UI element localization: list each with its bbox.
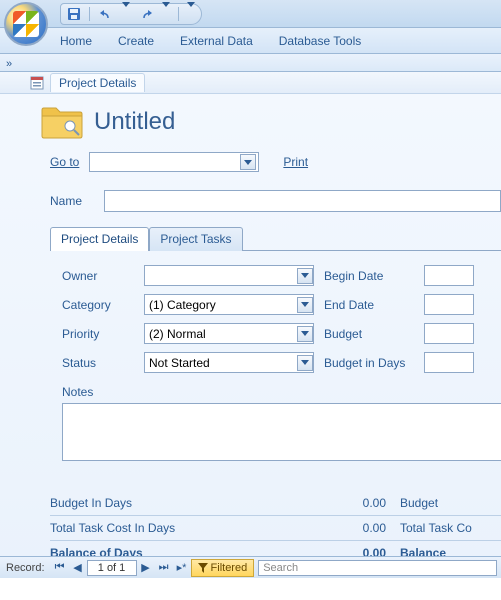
nav-last-icon[interactable]: ⏭ (155, 559, 173, 577)
document-tab-label[interactable]: Project Details (50, 73, 145, 92)
budget-days-label: Budget in Days (324, 356, 414, 370)
summary-row-total-task-cost: Total Task Cost In Days 0.00 Total Task … (50, 516, 501, 541)
goto-link[interactable]: Go to (50, 155, 79, 169)
tab-project-details[interactable]: Project Details (50, 227, 149, 251)
status-dropdown-icon[interactable] (297, 355, 313, 371)
redo-icon[interactable] (138, 7, 154, 21)
summary-section: Budget In Days 0.00 Budget Total Task Co… (50, 491, 501, 566)
form-icon (30, 76, 44, 90)
ribbon-tab-external-data[interactable]: External Data (180, 34, 253, 48)
office-button[interactable] (4, 2, 48, 46)
form-area: Untitled Go to Print Name Project Detail… (0, 94, 501, 578)
record-navigation-bar: Record: ⏮ ◀ 1 of 1 ▶ ⏭ ▸* Filtered Searc… (0, 556, 501, 578)
priority-dropdown-icon[interactable] (297, 326, 313, 342)
save-icon[interactable] (67, 7, 81, 21)
nav-first-icon[interactable]: ⏮ (51, 559, 69, 577)
name-input[interactable] (104, 190, 501, 212)
ribbon-tab-create[interactable]: Create (118, 34, 154, 48)
end-date-label: End Date (324, 298, 414, 312)
summary-label: Total Task Cost In Days (50, 521, 330, 535)
filter-toggle[interactable]: Filtered (191, 559, 255, 577)
status-label: Status (62, 356, 134, 370)
search-placeholder: Search (263, 562, 298, 574)
summary-right-label: Total Task Co (400, 521, 501, 535)
summary-value: 0.00 (330, 496, 400, 510)
redo-dropdown-icon[interactable] (162, 7, 170, 21)
status-combo[interactable]: Not Started (144, 352, 314, 373)
document-tab-bar: Project Details (0, 72, 501, 94)
nav-prev-icon[interactable]: ◀ (69, 559, 87, 577)
filter-label: Filtered (211, 562, 248, 574)
priority-combo[interactable]: (2) Normal (144, 323, 314, 344)
owner-label: Owner (62, 269, 134, 283)
tab-panel-project-details: Owner Begin Date Category (1) Category E… (50, 250, 501, 461)
begin-date-input[interactable] (424, 265, 474, 286)
office-logo-icon (13, 11, 39, 37)
tab-project-tasks[interactable]: Project Tasks (149, 227, 242, 251)
goto-combo[interactable] (89, 152, 259, 172)
title-bar (0, 0, 501, 28)
record-label: Record: (0, 562, 51, 574)
record-position[interactable]: 1 of 1 (87, 560, 137, 576)
ribbon-tab-database-tools[interactable]: Database Tools (279, 34, 362, 48)
category-value: (1) Category (149, 298, 216, 312)
undo-dropdown-icon[interactable] (122, 7, 130, 21)
nav-next-icon[interactable]: ▶ (137, 559, 155, 577)
nav-new-icon[interactable]: ▸* (173, 559, 191, 577)
inner-tab-bar: Project Details Project Tasks (50, 226, 501, 250)
priority-value: (2) Normal (149, 327, 206, 341)
folder-icon (40, 104, 84, 140)
category-combo[interactable]: (1) Category (144, 294, 314, 315)
navigation-pane-toggle-row (0, 54, 501, 72)
name-label: Name (50, 194, 94, 208)
print-link[interactable]: Print (283, 155, 308, 169)
summary-right-label: Budget (400, 496, 501, 510)
ribbon-tab-home[interactable]: Home (60, 34, 92, 48)
begin-date-label: Begin Date (324, 269, 414, 283)
ribbon-tabs: Home Create External Data Database Tools (0, 28, 501, 54)
goto-combo-dropdown-icon[interactable] (240, 154, 256, 170)
funnel-icon (198, 563, 208, 573)
notes-label: Notes (62, 385, 93, 399)
priority-label: Priority (62, 327, 134, 341)
summary-value: 0.00 (330, 521, 400, 535)
category-dropdown-icon[interactable] (297, 297, 313, 313)
owner-dropdown-icon[interactable] (297, 268, 313, 284)
page-title: Untitled (94, 108, 175, 136)
undo-icon[interactable] (98, 7, 114, 21)
end-date-input[interactable] (424, 294, 474, 315)
qat-customize-icon[interactable] (187, 7, 195, 21)
budget-label: Budget (324, 327, 414, 341)
notes-input[interactable] (62, 403, 501, 461)
quick-access-toolbar (60, 3, 202, 25)
budget-days-input[interactable] (424, 352, 474, 373)
search-input[interactable]: Search (258, 560, 497, 576)
budget-input[interactable] (424, 323, 474, 344)
summary-label: Budget In Days (50, 496, 330, 510)
form-title-row: Untitled (40, 104, 501, 140)
category-label: Category (62, 298, 134, 312)
expand-nav-icon[interactable] (6, 56, 12, 70)
status-value: Not Started (149, 356, 210, 370)
summary-row-budget-days: Budget In Days 0.00 Budget (50, 491, 501, 516)
owner-combo[interactable] (144, 265, 314, 286)
